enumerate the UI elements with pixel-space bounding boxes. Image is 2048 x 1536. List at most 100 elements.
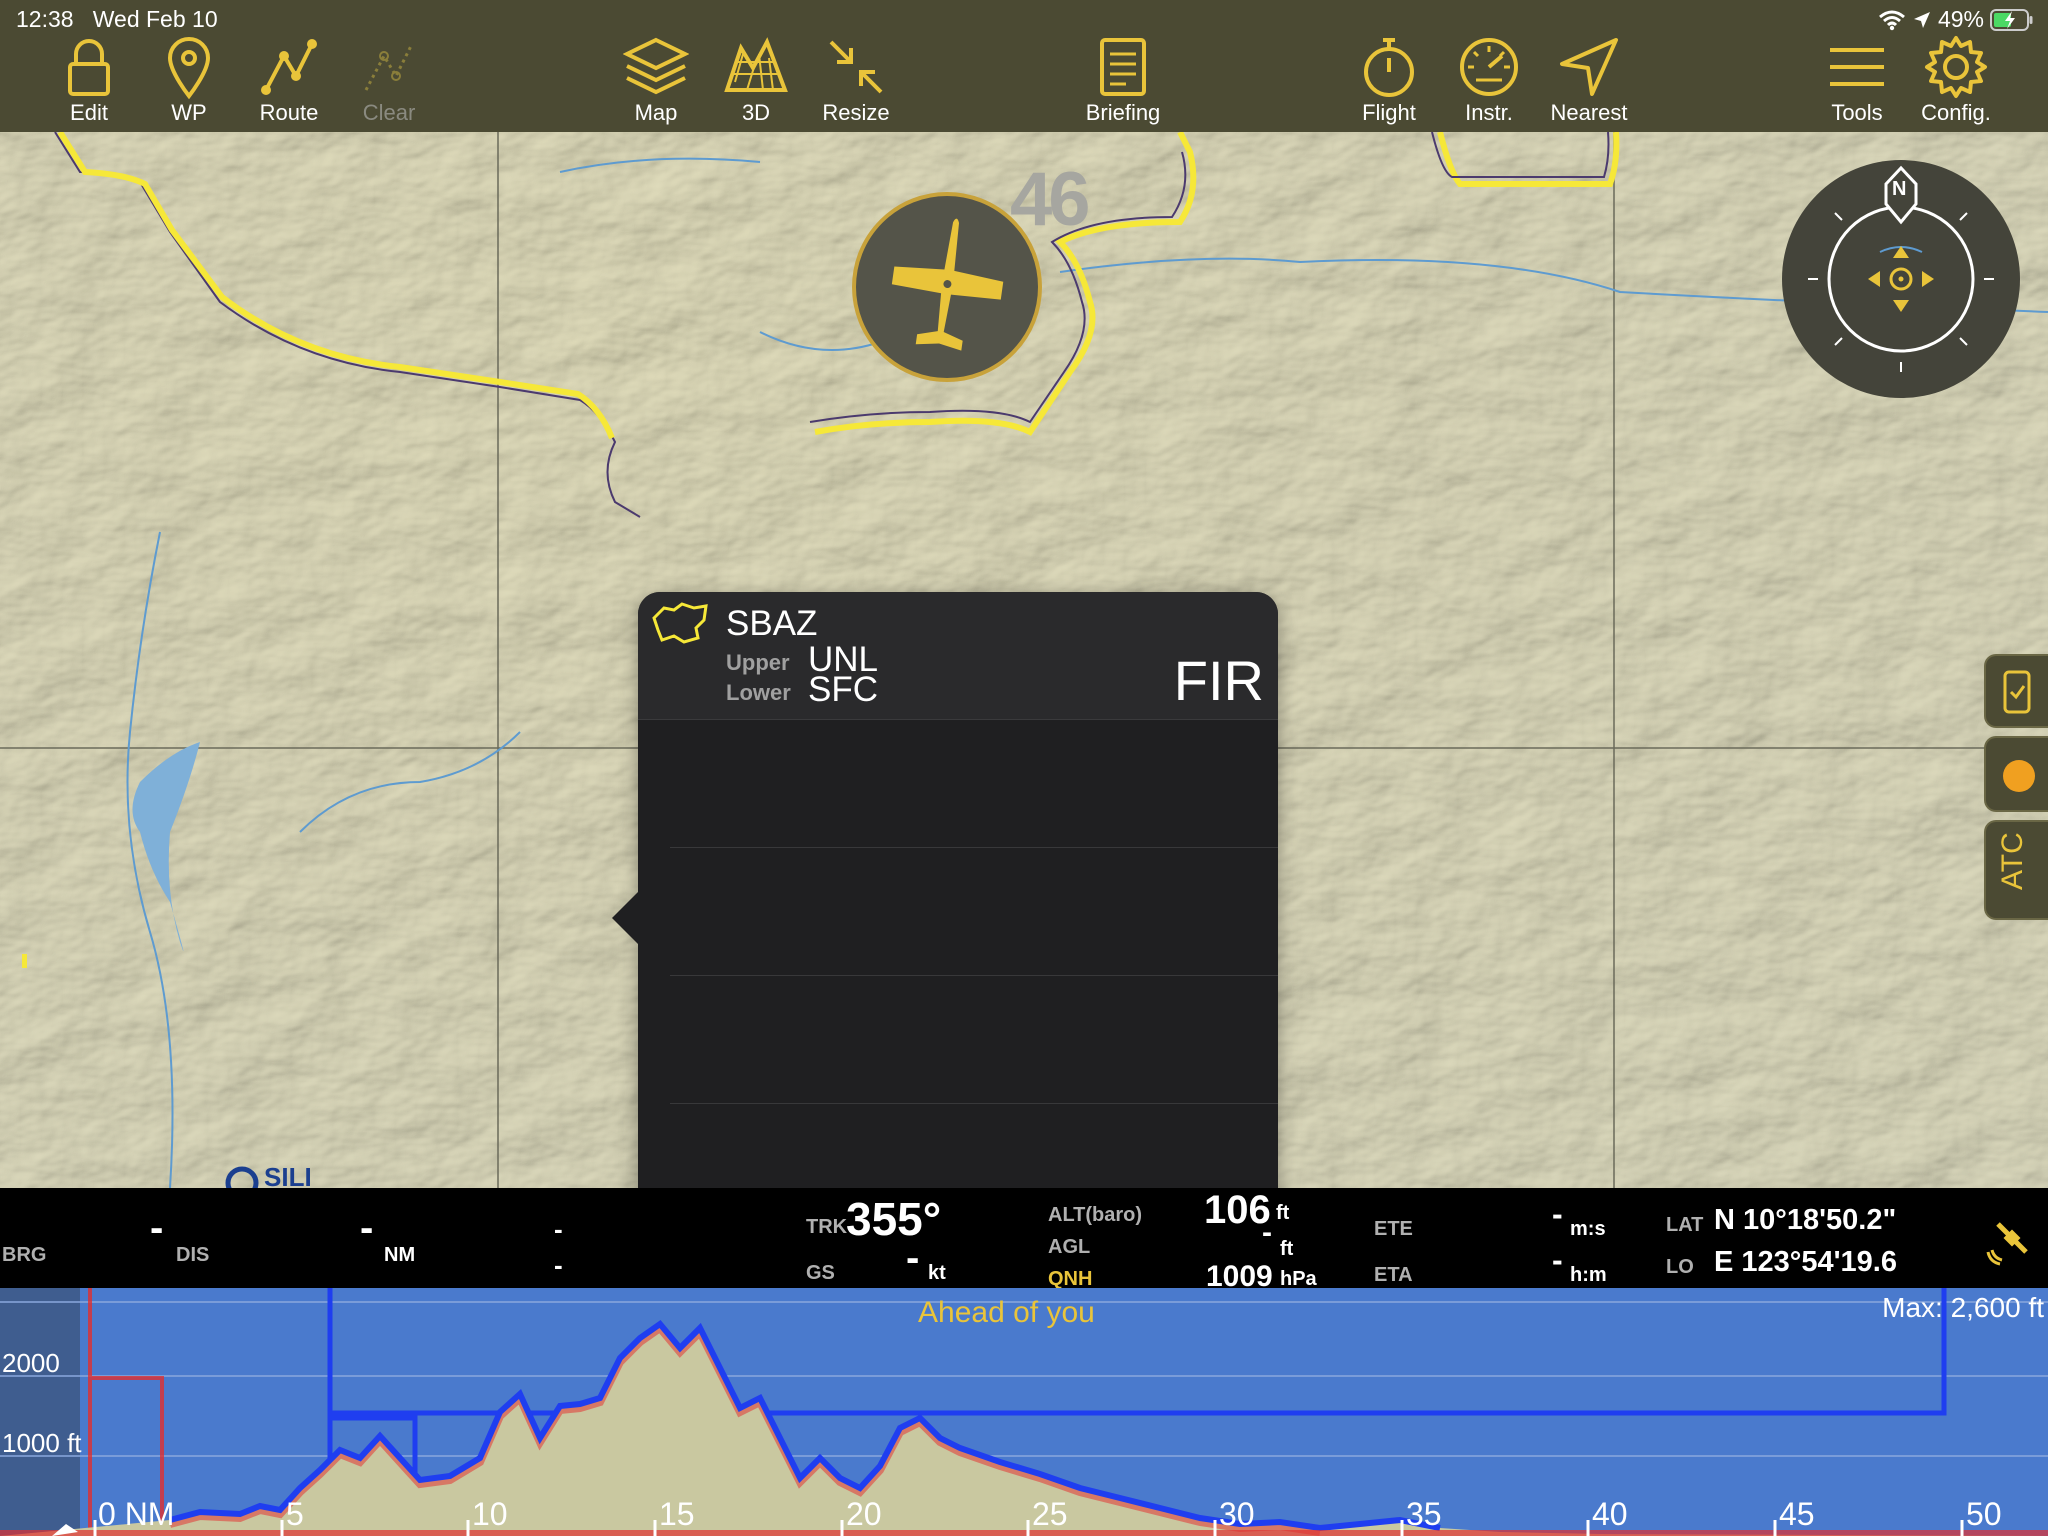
status-time-date: 12:38 Wed Feb 10 [16,6,218,33]
map-label: Map [634,100,678,125]
waypoint-button[interactable]: WP [139,34,239,126]
eta-label: ETA [1374,1264,1413,1286]
instr-label: Instr. [1465,100,1513,125]
wifi-icon [1878,10,1905,30]
profile-baseline [0,1530,2048,1536]
flight-info-bar[interactable]: BRG - DIS - NM - - TRK 355° GS - kt ALT(… [0,1188,2048,1293]
airport-icon [225,1166,259,1188]
dis-unit: NM [384,1244,416,1266]
edit-label: Edit [70,100,108,125]
profile-dist-5: 5 [286,1496,304,1532]
clear-route-icon [364,43,414,91]
trk-value: 355° [846,1193,942,1245]
profile-dist-15: 15 [659,1496,695,1532]
flight-button[interactable]: Flight [1339,34,1439,126]
resize-button[interactable]: Resize [806,34,906,126]
nearest-arrow-icon [1560,38,1618,96]
lat-value: N 10°18'50.2" [1714,1204,1897,1236]
eta-value: - [1552,1242,1563,1278]
ete-unit: m:s [1570,1218,1606,1240]
route-icon [261,39,317,95]
lock-icon [68,39,110,96]
ete-label: ETE [1374,1218,1413,1240]
place-label: SILI [222,1162,312,1188]
terrain-profile [0,1324,2048,1536]
checklist-phone-icon [2003,670,2031,714]
upper-limit-label: Upper [726,650,790,675]
profile-dist-0: 0 NM [98,1496,175,1532]
instruments-button[interactable]: Instr. [1439,34,1539,126]
profile-past-zone [0,1288,80,1536]
tools-label: Tools [1831,100,1883,125]
gs-unit: kt [928,1262,946,1284]
layers-icon [623,37,689,95]
atc-label: ATC [1996,832,2029,890]
profile-dist-45: 45 [1779,1496,1815,1532]
route-label: Route [259,100,319,125]
resize-arrows-icon [829,40,883,94]
airspace-popup[interactable]: SBAZ Upper UNL Lower SFC FIR [612,592,1278,1188]
nearest-button[interactable]: Nearest [1539,34,1639,126]
dis-value: - [360,1206,374,1250]
menu-icon [1830,48,1884,86]
profile-dist-30: 30 [1219,1496,1255,1532]
battery-charging-icon [1990,8,2033,31]
config-button[interactable]: Config. [1906,34,2006,126]
lon-value: E 123°54'19.6 [1714,1246,1897,1278]
flight-label: Flight [1362,100,1416,125]
profile-dist-50: 50 [1966,1496,2002,1532]
brg-label: BRG [2,1244,47,1266]
route-button[interactable]: Route [239,34,339,126]
gps-satellite-icon[interactable] [1984,1210,2040,1266]
profile-gridline [0,1375,2048,1457]
status-date: Wed Feb 10 [92,6,218,32]
gs-value: - [906,1236,920,1280]
ownship-aircraft[interactable] [852,192,1042,382]
vertical-profile[interactable]: Ahead of you Max: 2,600 ft 2000 1000 ft … [0,1288,2048,1536]
stopwatch-icon [1364,38,1414,97]
clear-label: Clear [362,100,416,125]
info-dash-lower: - [554,1250,563,1280]
gauge-icon [1460,38,1518,96]
trk-label: TRK [806,1216,848,1238]
profile-dist-40: 40 [1592,1496,1628,1532]
terrain-mesh-icon [724,37,788,92]
popup-row-divider [670,847,1278,848]
status-time: 12:38 [16,6,74,32]
airspace-type: FIR [1173,649,1264,712]
info-dash-upper: - [554,1214,563,1244]
popup-row-divider [670,975,1278,976]
profile-alt-2000: 2000 [2,1348,60,1378]
alt-baro-unit: ft [1276,1202,1290,1224]
lower-limit-label: Lower [726,680,791,705]
moving-map[interactable]: 46 SILI N ATC SBAZ Upper UNL Lower SFC F… [0,132,2048,1188]
profile-dist-25: 25 [1032,1496,1068,1532]
map-layers-button[interactable]: Map [606,34,706,126]
gs-label: GS [806,1262,835,1284]
airspace-popup-header: SBAZ Upper UNL Lower SFC FIR [638,592,1278,720]
popup-pointer [612,892,638,944]
profile-alt-1000: 1000 ft [2,1428,82,1458]
profile-dist-20: 20 [846,1496,882,1532]
checklist-button[interactable] [1984,654,2048,728]
nearest-label: Nearest [1550,100,1628,125]
briefing-clipboard-icon [1100,38,1146,96]
profile-dist-35: 35 [1406,1496,1442,1532]
alt-baro-value: 106 [1204,1188,1271,1232]
edit-button[interactable]: Edit [39,34,139,126]
clear-button[interactable]: Clear [339,34,439,126]
map-marker [22,954,27,968]
wp-label: WP [171,100,207,125]
profile-max-altitude: Max: 2,600 ft [1882,1292,2044,1323]
atc-button[interactable]: ATC [1984,820,2048,920]
location-arrow-icon [1913,11,1930,28]
briefing-button[interactable]: Briefing [1073,34,1173,126]
3d-view-button[interactable]: 3D [706,34,806,126]
top-toolbar: 12:38 Wed Feb 10 49% Edit WP Route Clear… [0,0,2048,132]
alt-baro-label: ALT(baro) [1048,1204,1143,1226]
config-label: Config. [1921,100,1991,125]
compass-pan-control[interactable]: N [1782,160,2020,398]
ete-value: - [1552,1196,1563,1232]
resize-label: Resize [822,100,890,125]
tools-button[interactable]: Tools [1807,34,1907,126]
